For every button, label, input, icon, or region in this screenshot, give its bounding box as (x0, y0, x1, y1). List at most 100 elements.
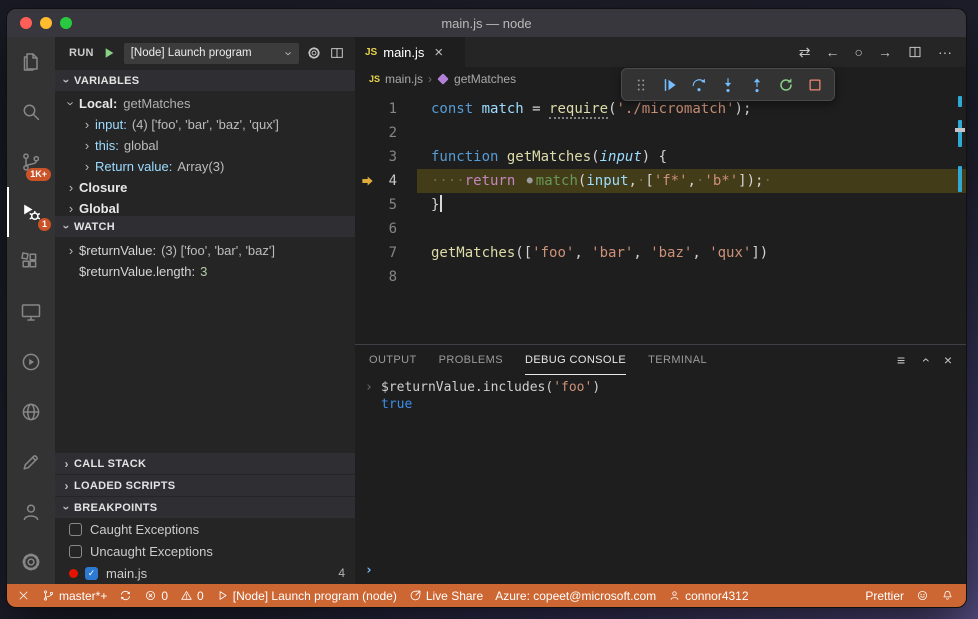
tab-main-js[interactable]: JS main.js × (355, 37, 465, 67)
chevron-down-icon: › (59, 505, 74, 510)
gutter-line-6[interactable]: 6 (355, 217, 417, 241)
status-bar-right: Prettier (859, 584, 960, 607)
variable-row[interactable]: › Return value: Array(3) (55, 156, 355, 177)
breakpoint-row[interactable]: ✓ main.js 4 (55, 562, 355, 584)
code-line-8[interactable]: 8 (355, 265, 966, 289)
code-line-6[interactable]: 6 (355, 217, 966, 241)
scrollbar-thumb[interactable] (955, 128, 965, 132)
panel-tab-problems[interactable]: PROBLEMS (439, 345, 503, 375)
activity-bar-item-extensions[interactable] (7, 237, 55, 287)
step-into-button[interactable] (715, 72, 741, 98)
zoom-window-button[interactable] (60, 17, 72, 29)
watch-section-header[interactable]: › WATCH (55, 215, 355, 237)
step-over-button[interactable] (686, 72, 712, 98)
status-item-git-branch[interactable]: master*+ (36, 584, 113, 607)
variables-section-header[interactable]: › VARIABLES (55, 69, 355, 91)
panel-tab-terminal[interactable]: TERMINAL (648, 345, 707, 375)
activity-bar-item-github[interactable] (7, 437, 55, 487)
gutter-line-5[interactable]: 5 (355, 193, 417, 217)
variable-row[interactable]: › Local: getMatches (55, 93, 355, 114)
code-line-3[interactable]: 3 function getMatches(input) { (355, 145, 966, 169)
status-item-live-share[interactable]: Live Share (403, 584, 489, 607)
drag-handle-button[interactable] (628, 72, 654, 98)
code-line-5[interactable]: 5} (355, 193, 966, 217)
breadcrumb-file[interactable]: main.js (385, 72, 423, 86)
activity-bar-item-settings[interactable] (7, 537, 55, 587)
status-item-feedback[interactable] (910, 584, 935, 607)
watch-row[interactable]: › $returnValue: (3) ['foo', 'bar', 'baz'] (55, 240, 355, 261)
breakpoints-section-header[interactable]: › BREAKPOINTS (55, 496, 355, 518)
status-item-debug-launch[interactable]: [Node] Launch program (node) (210, 584, 403, 607)
start-debugging-button[interactable] (101, 45, 117, 61)
gutter-line-2[interactable]: 2 (355, 121, 417, 145)
section-header-call-stack[interactable]: › CALL STACK (55, 452, 355, 474)
activity-bar-item-source-control[interactable]: 1K+ (7, 137, 55, 187)
continue-button[interactable] (657, 72, 683, 98)
open-changes-button[interactable]: ○ (855, 45, 863, 59)
watch-row[interactable]: $returnValue.length: 3 (55, 261, 355, 282)
status-item-errors[interactable]: 0 (138, 584, 174, 607)
gutter-line-3[interactable]: 3 (355, 145, 417, 169)
code-editor[interactable]: 1 const match = require('./micromatch'); 2… (355, 91, 966, 344)
gutter-line-8[interactable]: 8 (355, 265, 417, 289)
filter-icon: ≡ (896, 352, 906, 368)
activity-bar-item-explorer[interactable] (7, 37, 55, 87)
title-bar[interactable]: main.js — node (7, 9, 966, 37)
breakpoint-checkbox[interactable]: ✓ (85, 566, 98, 580)
navigate-back-button[interactable]: ← (826, 45, 840, 59)
maximize-panel-button[interactable]: › (916, 353, 932, 367)
scope-name: Local: (79, 96, 118, 111)
debug-console[interactable]: › $returnValue.includes('foo') true › (355, 375, 966, 584)
filter-button[interactable]: ≡ (897, 353, 905, 367)
breakpoint-row[interactable]: Caught Exceptions (55, 518, 355, 540)
status-item-azure-account[interactable]: Azure: copeet@microsoft.com (489, 584, 662, 607)
close-panel-button[interactable]: × (944, 353, 952, 367)
status-item-warnings[interactable]: 0 (174, 584, 210, 607)
minimize-window-button[interactable] (40, 17, 52, 29)
more-actions-button[interactable]: ··· (938, 45, 952, 59)
breakpoint-row[interactable]: Uncaught Exceptions (55, 540, 355, 562)
compare-button[interactable]: ⇄ (799, 45, 811, 59)
debug-views-button[interactable] (329, 45, 345, 61)
status-item-notifications[interactable] (935, 584, 960, 607)
code-line-4[interactable]: 4 ····return ● match(input,·['f*',·'b*']);… (355, 169, 966, 193)
activity-bar-item-accounts[interactable] (7, 487, 55, 537)
close-window-button[interactable] (20, 17, 32, 29)
restart-button[interactable] (773, 72, 799, 98)
activity-bar-item-ports[interactable] (7, 387, 55, 437)
panel-tab-output[interactable]: OUTPUT (369, 345, 417, 375)
variable-row[interactable]: › Global (55, 198, 355, 215)
gutter-line-7[interactable]: 7 (355, 241, 417, 265)
breakpoint-checkbox[interactable] (69, 544, 82, 558)
code-line-7[interactable]: 7 getMatches(['foo', 'bar', 'baz', 'qux']… (355, 241, 966, 265)
gutter-line-1[interactable]: 1 (355, 97, 417, 121)
code-line-2[interactable]: 2 (355, 121, 966, 145)
step-out-button[interactable] (744, 72, 770, 98)
ruler-mark (958, 120, 962, 147)
section-header-loaded-scripts[interactable]: › LOADED SCRIPTS (55, 474, 355, 496)
variable-row[interactable]: › input: (4) ['foo', 'bar', 'baz', 'qux'] (55, 114, 355, 135)
status-item-github-account[interactable]: connor4312 (662, 584, 754, 607)
activity-bar-item-test-explorer[interactable] (7, 337, 55, 387)
status-item-remote[interactable] (11, 584, 36, 607)
launch-config-select[interactable]: [Node] Launch program › (123, 42, 299, 64)
activity-bar-item-search[interactable] (7, 87, 55, 137)
variable-row[interactable]: › this: global (55, 135, 355, 156)
status-item-sync[interactable] (113, 584, 138, 607)
activity-bar-item-run-and-debug[interactable]: 1 (7, 187, 55, 237)
console-input-prompt[interactable]: › (365, 562, 373, 579)
breakpoint-checkbox[interactable] (69, 522, 82, 536)
editor-actions: ⇄ ← ○ → ··· (799, 37, 966, 67)
variable-row[interactable]: › Closure (55, 177, 355, 198)
status-item-prettier[interactable]: Prettier (859, 584, 910, 607)
close-tab-icon[interactable]: × (434, 44, 443, 61)
stop-button[interactable] (802, 72, 828, 98)
breadcrumb-symbol[interactable]: getMatches (454, 72, 516, 86)
navigate-forward-button[interactable]: → (878, 45, 892, 59)
panel-tab-debug-console[interactable]: DEBUG CONSOLE (524, 345, 627, 375)
gutter-line-4[interactable]: 4 (355, 169, 417, 193)
activity-bar-item-remote-explorer[interactable] (7, 287, 55, 337)
configure-launch-button[interactable] (306, 45, 322, 61)
split-editor-button[interactable] (907, 44, 923, 60)
files-icon (19, 50, 43, 74)
